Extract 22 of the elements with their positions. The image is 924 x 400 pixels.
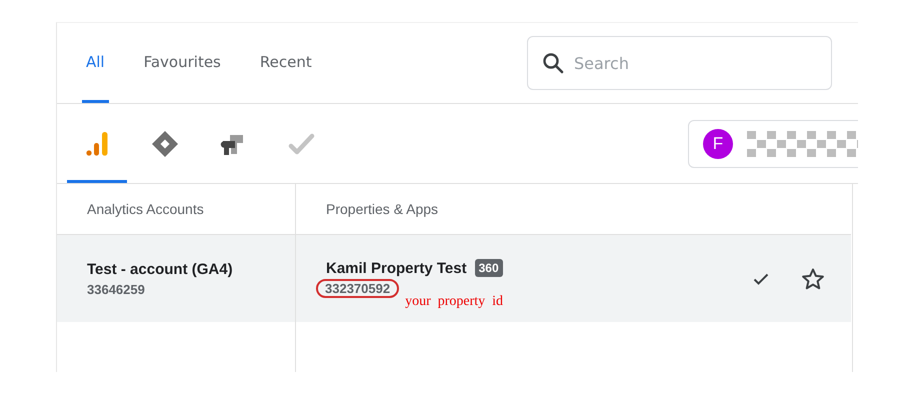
account-name: Test - account (GA4) (87, 260, 234, 278)
account-chip[interactable]: F (688, 120, 858, 168)
diamond-icon (151, 130, 179, 158)
property-id: 332370592 (316, 279, 400, 298)
column-header: Analytics Accounts (87, 201, 204, 217)
checkmark-icon (753, 272, 769, 284)
star-icon[interactable] (801, 266, 825, 290)
property-name: Kamil Property Test (326, 260, 467, 276)
tab[interactable]: Recent (256, 23, 316, 103)
property-row[interactable]: Kamil Property Test 360 332370592 your property id (296, 235, 851, 322)
annotation-text: your property id (405, 294, 504, 310)
tier-badge: 360 (474, 259, 503, 277)
tab[interactable]: Favourites (140, 23, 225, 103)
search-icon (541, 51, 565, 75)
account-id: 33646259 (87, 282, 146, 296)
column-header: Properties & Apps (326, 201, 438, 217)
avatar: F (703, 128, 733, 158)
tab[interactable]: All (82, 23, 109, 103)
check-icon (287, 132, 315, 156)
search-field[interactable]: Search (527, 36, 832, 90)
account-row[interactable]: Test - account (GA4) 33646259 (57, 235, 296, 322)
bar-chart-icon (85, 130, 109, 156)
